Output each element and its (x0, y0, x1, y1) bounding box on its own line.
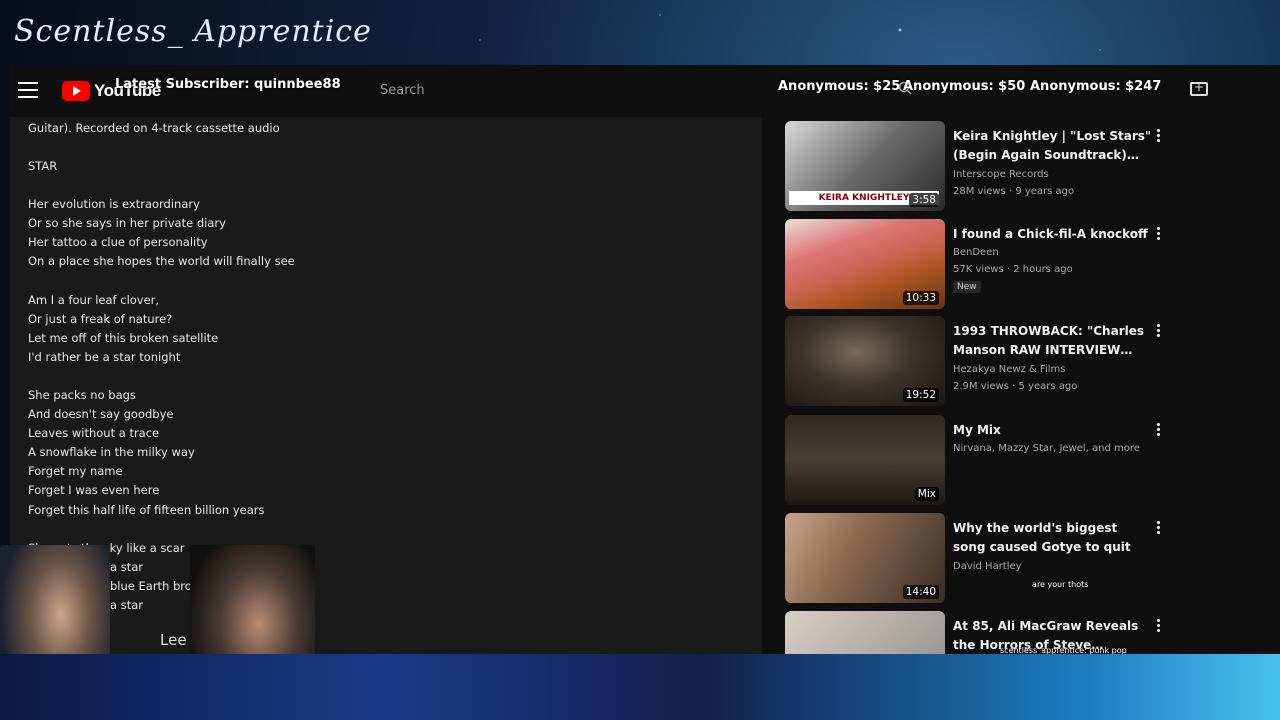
video-duration: 14:40 (902, 585, 939, 599)
lyric-line: On a place she hopes the world will fina… (28, 254, 295, 268)
video-meta: 2.9M views · 5 years ago (953, 381, 1078, 392)
video-duration: 10:33 (902, 291, 939, 305)
search-input[interactable]: Search (380, 83, 425, 98)
chat-message: are your thots (1032, 580, 1089, 589)
lyric-line: Forget this half life of fifteen billion… (28, 503, 265, 517)
video-channel[interactable]: BenDeen (953, 247, 999, 258)
more-options-icon[interactable] (1157, 423, 1161, 438)
lyrics-author: Lee (160, 631, 187, 649)
lyric-line: Her evolution is extraordinary (28, 197, 200, 211)
video-channel: Nirvana, Mazzy Star, Jewel, and more (953, 443, 1140, 454)
lyric-line: Guitar). Recorded on 4-track cassette au… (28, 121, 280, 135)
stream-title: Scentless_ Apprentice (14, 14, 372, 49)
video-description-lyrics: Guitar). Recorded on 4-track cassette au… (10, 117, 762, 655)
more-options-icon[interactable] (1157, 227, 1161, 242)
lyric-line: a star (110, 598, 143, 612)
video-thumbnail[interactable]: KEIRA KNIGHTLEY 3:58 (785, 121, 945, 211)
video-thumbnail[interactable]: 14:40 (785, 513, 945, 603)
lyric-line: Her tattoo a clue of personality (28, 235, 208, 249)
lyric-line: I'd rather be a star tonight (28, 350, 181, 364)
more-options-icon[interactable] (1157, 619, 1161, 634)
donation-overlay-1: Anonymous: $25 (778, 79, 901, 94)
video-title[interactable]: Keira Knightley | "Lost Stars" (Begin Ag… (953, 127, 1153, 165)
lyric-line: Forget I was even here (28, 483, 160, 497)
lyric-line: Forget my name (28, 464, 123, 478)
hamburger-menu-icon[interactable] (18, 82, 38, 98)
youtube-topbar: YouTube Latest Subscriber: quinnbee88 Se… (10, 65, 1280, 117)
video-channel[interactable]: Interscope Records (953, 169, 1049, 180)
lyric-line: She packs no bags (28, 388, 136, 402)
video-duration: 3:58 (909, 193, 939, 207)
lyric-line: a star (110, 560, 143, 574)
stream-bottom-border (0, 654, 1280, 720)
video-thumbnail[interactable]: 10:33 (785, 219, 945, 309)
recommended-video[interactable]: KEIRA KNIGHTLEY 3:58 Keira Knightley | "… (785, 121, 1180, 213)
video-title[interactable]: My Mix (953, 421, 1153, 440)
video-title[interactable]: I found a Chick-fil-A knockoff (953, 225, 1153, 244)
lyric-line: Am I a four leaf clover, (28, 293, 160, 307)
new-badge: New (953, 281, 981, 293)
lyric-line: Or so she says in her private diary (28, 216, 226, 230)
mix-badge: Mix (914, 487, 939, 501)
video-thumbnail[interactable] (785, 611, 945, 655)
lyric-line: Or just a freak of nature? (28, 312, 173, 326)
lyric-line: Leaves without a trace (28, 426, 160, 440)
donation-overlay-2: Anonymous: $50 (903, 79, 1026, 94)
youtube-play-icon (62, 81, 90, 101)
lyric-line: A snowflake in the milky way (28, 445, 195, 459)
more-options-icon[interactable] (1157, 129, 1161, 144)
create-video-icon[interactable] (1190, 80, 1208, 96)
video-title[interactable]: 1993 THROWBACK: "Charles Manson RAW INTE… (953, 322, 1153, 360)
video-meta: 57K views · 2 hours ago (953, 264, 1073, 275)
video-duration: 19:52 (902, 388, 939, 402)
video-channel[interactable]: Hezakya Newz & Films (953, 364, 1065, 375)
video-meta: 28M views · 9 years ago (953, 186, 1075, 197)
donation-overlay-3: Anonymous: $247 (1030, 79, 1162, 94)
video-thumbnail[interactable]: Mix (785, 415, 945, 505)
latest-subscriber-overlay: Latest Subscriber: quinnbee88 (115, 77, 341, 92)
more-options-icon[interactable] (1157, 324, 1161, 339)
video-title[interactable]: Why the world's biggest song caused Goty… (953, 519, 1153, 557)
video-channel[interactable]: David Hartley (953, 561, 1022, 572)
lyric-line: Let me off of this broken satellite (28, 331, 219, 345)
recommended-video[interactable]: 14:40 Why the world's biggest song cause… (785, 513, 1180, 605)
recommended-video[interactable]: Mix My Mix Nirvana, Mazzy Star, Jewel, a… (785, 415, 1180, 507)
recommended-videos: KEIRA KNIGHTLEY 3:58 Keira Knightley | "… (785, 117, 1180, 655)
recommended-video[interactable]: 19:52 1993 THROWBACK: "Charles Manson RA… (785, 316, 1180, 408)
video-thumbnail[interactable]: 19:52 (785, 316, 945, 406)
more-options-icon[interactable] (1157, 521, 1161, 536)
lyric-line: STAR (28, 159, 58, 173)
lyric-line: And doesn't say goodbye (28, 407, 174, 421)
recommended-video[interactable]: 10:33 I found a Chick-fil-A knockoff Ben… (785, 219, 1180, 311)
